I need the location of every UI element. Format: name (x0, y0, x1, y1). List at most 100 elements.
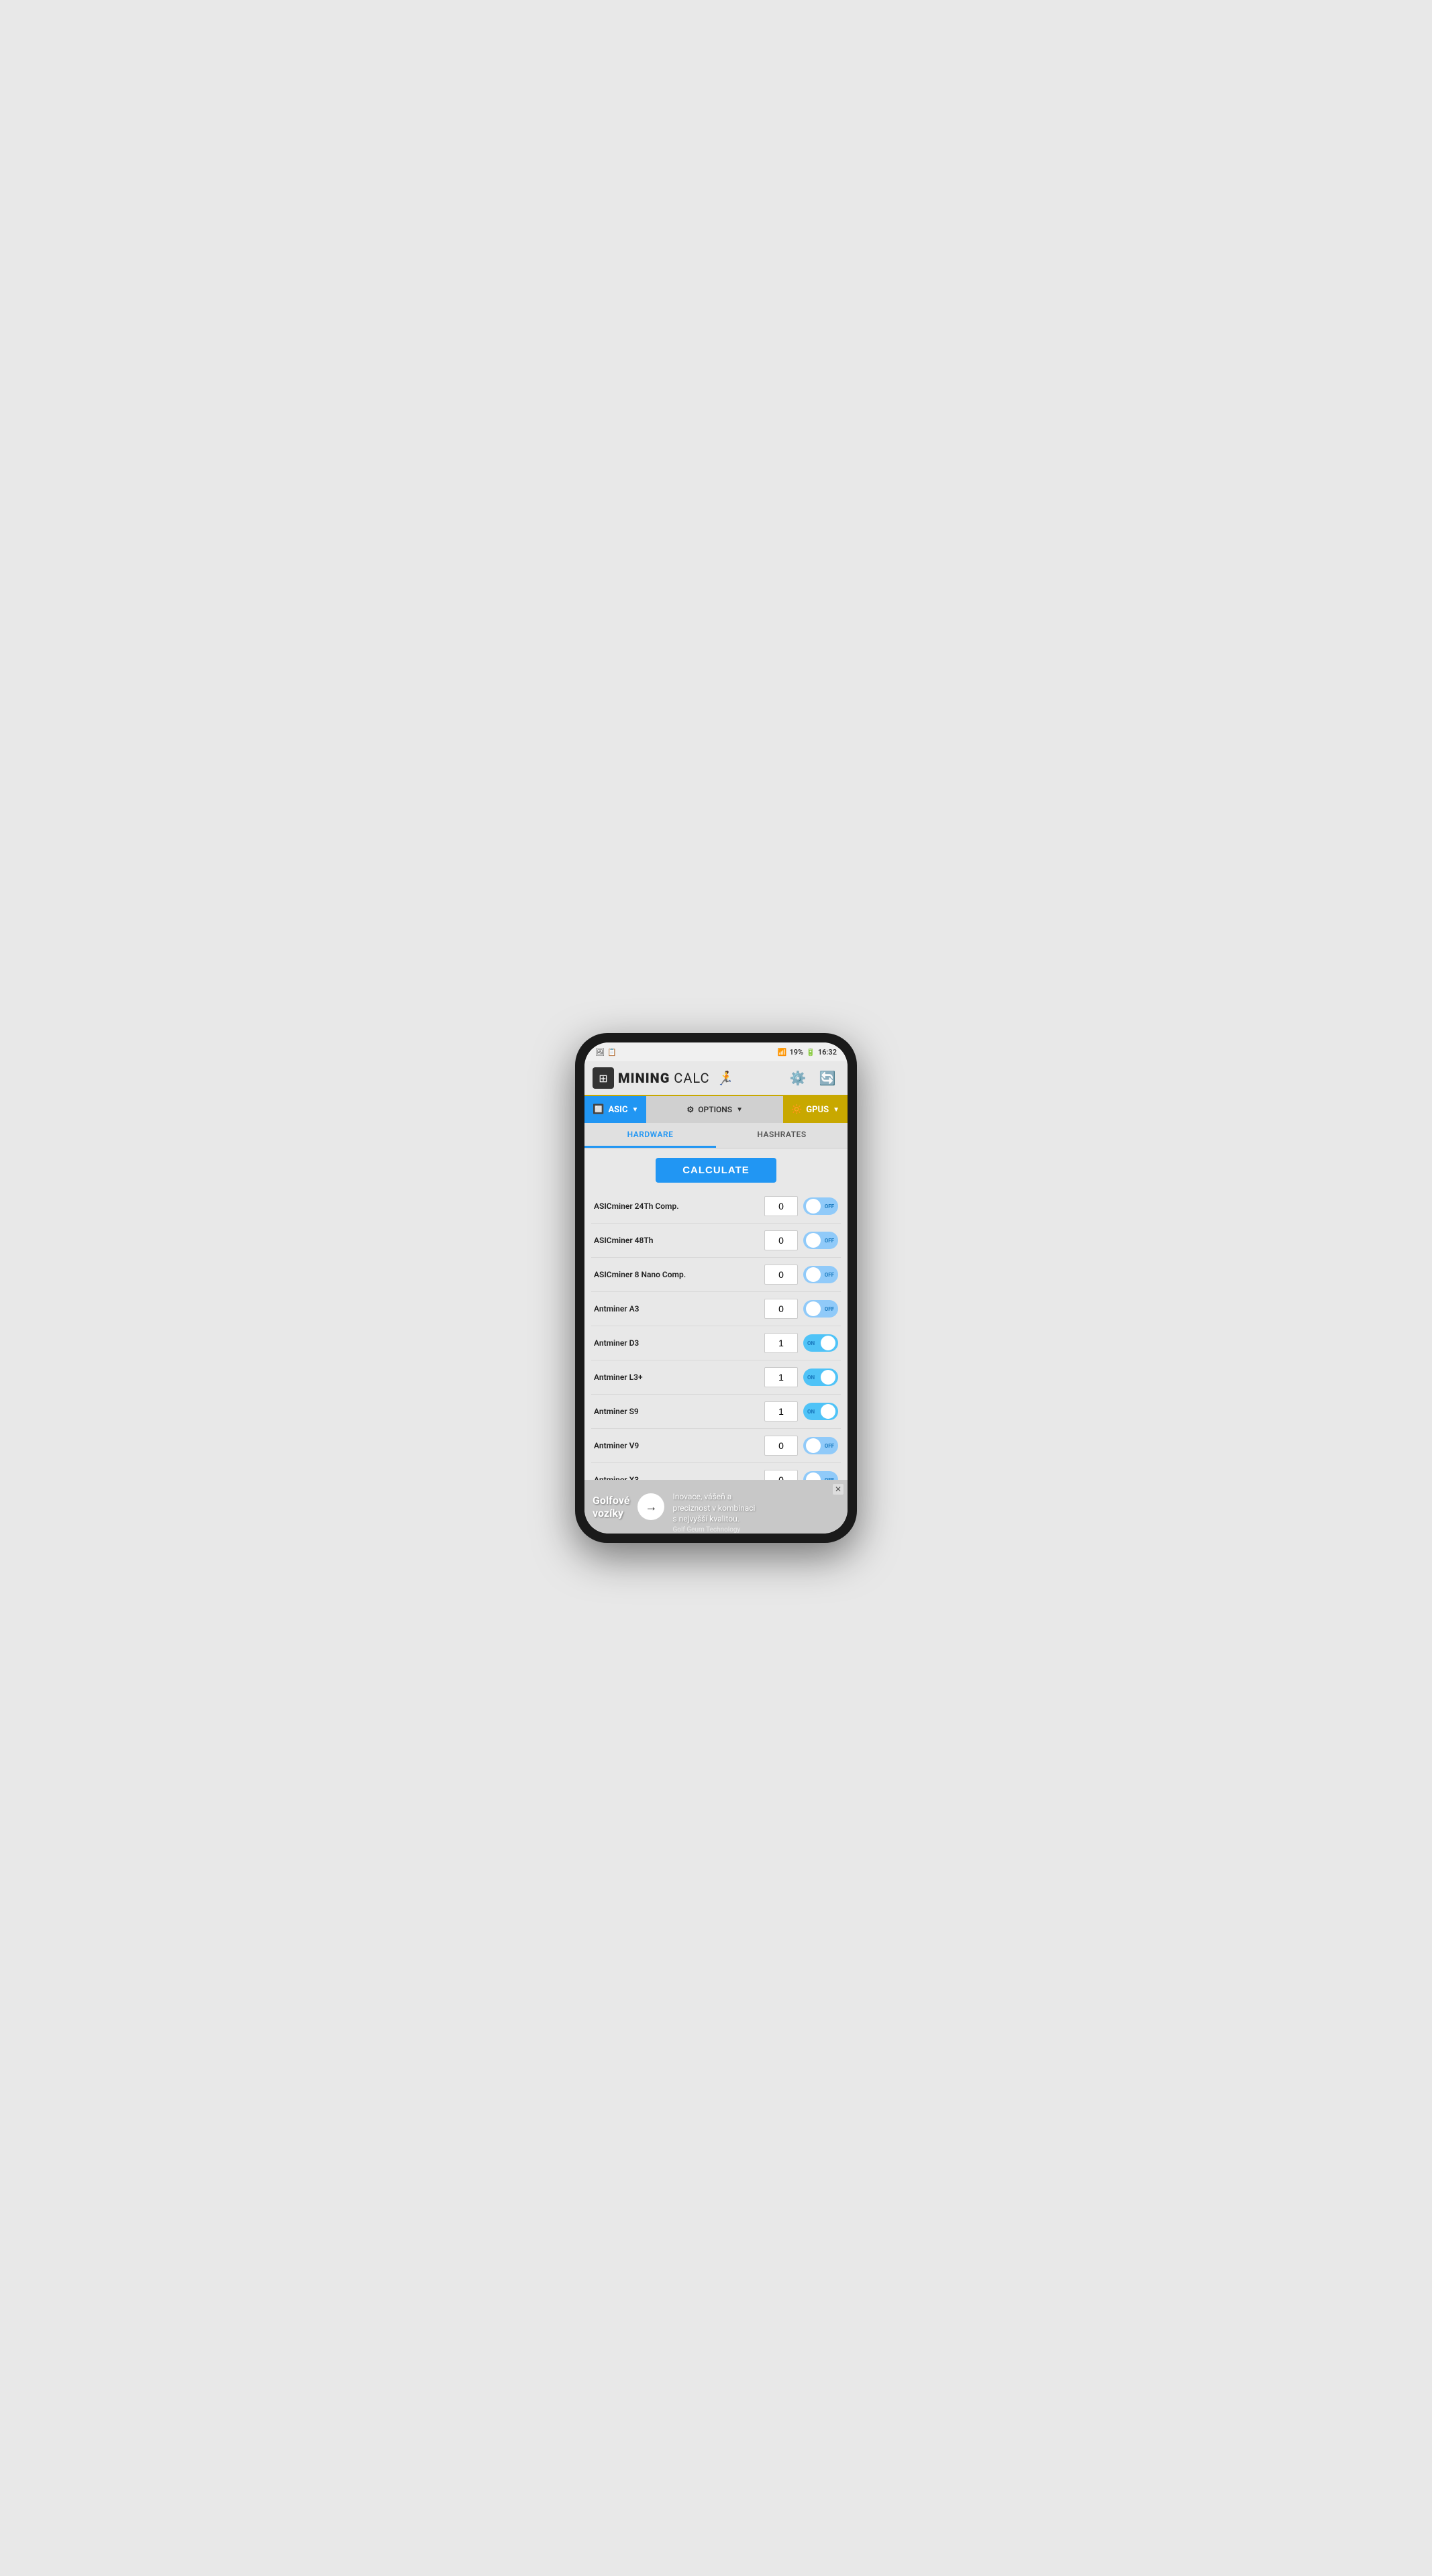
miner-qty-input[interactable] (764, 1436, 798, 1456)
miner-qty-input[interactable] (764, 1299, 798, 1319)
miner-name: Antminer S9 (594, 1407, 759, 1416)
miner-toggle[interactable]: OFF (803, 1471, 838, 1480)
miner-row: ASICminer 24Th Comp. OFF (591, 1189, 841, 1224)
ad-banner: Golfové vozíky → Inovace, vášeň a preciz… (584, 1480, 848, 1534)
toggle-label: OFF (825, 1306, 834, 1312)
status-icon-2: 📋 (607, 1048, 617, 1057)
miner-qty-input[interactable] (764, 1401, 798, 1421)
miner-toggle[interactable]: ON (803, 1403, 838, 1420)
refresh-button[interactable]: 🔄 (815, 1066, 839, 1090)
calculate-button-top[interactable]: CALCULATE (656, 1158, 776, 1183)
miner-name: Antminer D3 (594, 1338, 759, 1348)
miner-row: ASICminer 48Th OFF (591, 1224, 841, 1258)
miner-qty-input[interactable] (764, 1230, 798, 1250)
miner-row: Antminer D3 ON (591, 1326, 841, 1360)
tab-gpus-label: GPUS (806, 1105, 829, 1115)
app-header: ⊞ MINING CALC 🏃 ⚙️ 🔄 (584, 1061, 848, 1096)
miner-toggle[interactable]: OFF (803, 1232, 838, 1249)
ad-arrow-icon: → (645, 1500, 657, 1514)
miner-qty-input[interactable] (764, 1196, 798, 1216)
miner-name: Antminer L3+ (594, 1373, 759, 1382)
ad-main-text: Inovace, vášeň a preciznost v kombinaci … (672, 1480, 755, 1525)
ad-text-right-area: Inovace, vášeň a preciznost v kombinaci … (672, 1480, 755, 1534)
ad-right-text: Inovace, vášeň a preciznost v kombinaci … (672, 1492, 755, 1524)
tab-options[interactable]: ⚙ OPTIONS ▼ (646, 1096, 783, 1123)
toggle-knob (806, 1199, 821, 1214)
miner-name: Antminer V9 (594, 1441, 759, 1450)
ad-arrow-button[interactable]: → (637, 1493, 664, 1520)
toggle-knob (806, 1438, 821, 1453)
toggle-label: OFF (825, 1238, 834, 1244)
status-left: 🖼 📋 (595, 1048, 617, 1057)
wifi-icon: 📶 (778, 1048, 787, 1057)
toggle-label: OFF (825, 1443, 834, 1449)
sub-tab-hardware[interactable]: HARDWARE (584, 1123, 716, 1148)
refresh-icon: 🔄 (819, 1070, 836, 1087)
settings-button[interactable]: ⚙️ (786, 1066, 810, 1090)
toggle-knob (821, 1336, 835, 1350)
sub-header: HARDWARE HASHRATES (584, 1123, 848, 1148)
miner-toggle[interactable]: OFF (803, 1266, 838, 1283)
tab-gpus[interactable]: 🔆 GPUS ▼ (783, 1096, 848, 1123)
asic-dropdown-arrow: ▼ (631, 1106, 638, 1114)
tab-asic[interactable]: 🔲 ASIC ▼ (584, 1096, 646, 1123)
miner-qty-input[interactable] (764, 1333, 798, 1353)
gpus-icon: 🔆 (791, 1105, 802, 1115)
phone-screen: 🖼 📋 📶 19% 🔋 16:32 ⊞ MINING CALC 🏃 (584, 1042, 848, 1534)
toggle-knob (821, 1370, 835, 1385)
miner-row: Antminer V9 OFF (591, 1429, 841, 1463)
toggle-knob (806, 1267, 821, 1282)
miner-row: Antminer L3+ ON (591, 1360, 841, 1395)
ad-text-left: Golfové vozíky (593, 1494, 629, 1519)
miner-row: Antminer A3 OFF (591, 1292, 841, 1326)
miner-row: Antminer X3OFF (591, 1463, 841, 1480)
logo-text: MINING CALC 🏃 (618, 1070, 733, 1086)
logo-mining: MINING (618, 1070, 670, 1086)
miner-toggle[interactable]: OFF (803, 1437, 838, 1454)
toggle-label: ON (807, 1340, 815, 1346)
miner-toggle[interactable]: ON (803, 1368, 838, 1386)
status-right: 📶 19% 🔋 16:32 (778, 1048, 837, 1057)
status-icon-1: 🖼 (595, 1048, 605, 1057)
miner-toggle[interactable]: OFF (803, 1300, 838, 1318)
status-bar: 🖼 📋 📶 19% 🔋 16:32 (584, 1042, 848, 1061)
hashrates-label: HASHRATES (757, 1130, 806, 1139)
toggle-knob (806, 1233, 821, 1248)
toggle-label: OFF (825, 1272, 834, 1278)
top-calculate-wrap: CALCULATE (584, 1148, 848, 1189)
miner-toggle[interactable]: ON (803, 1334, 838, 1352)
toggle-knob (806, 1301, 821, 1316)
miner-name: Antminer A3 (594, 1304, 759, 1313)
toggle-knob (821, 1404, 835, 1419)
miner-toggle[interactable]: OFF (803, 1197, 838, 1215)
logo-runner-icon: 🏃 (717, 1070, 734, 1086)
miner-name: ASICminer 24Th Comp. (594, 1201, 759, 1211)
miner-name: ASICminer 8 Nano Comp. (594, 1270, 759, 1279)
header-actions: ⚙️ 🔄 (786, 1066, 839, 1090)
tab-options-label: OPTIONS (698, 1105, 732, 1114)
hardware-label: HARDWARE (627, 1130, 674, 1139)
phone-frame: 🖼 📋 📶 19% 🔋 16:32 ⊞ MINING CALC 🏃 (575, 1033, 857, 1543)
ad-close-button[interactable]: ✕ (833, 1484, 843, 1495)
miner-qty-input[interactable] (764, 1367, 798, 1387)
logo-area: ⊞ MINING CALC 🏃 (593, 1067, 733, 1089)
options-dropdown-arrow: ▼ (736, 1106, 743, 1114)
content-area[interactable]: CALCULATE ASICminer 24Th Comp.OFFASICmin… (584, 1148, 848, 1480)
miner-qty-input[interactable] (764, 1470, 798, 1480)
ad-brand-text: Golf Geum Technology (672, 1526, 755, 1534)
ad-close-icon: ✕ (835, 1485, 841, 1494)
miner-list: ASICminer 24Th Comp. OFF ASICminer 48Th OFF… (584, 1189, 848, 1480)
battery-text: 19% (789, 1048, 803, 1057)
settings-icon: ⚙️ (790, 1070, 807, 1087)
miner-qty-input[interactable] (764, 1265, 798, 1285)
toggle-label: ON (807, 1375, 815, 1381)
ad-left-label: Golfové vozíky (593, 1494, 629, 1519)
tab-bar: 🔲 ASIC ▼ ⚙ OPTIONS ▼ 🔆 GPUS ▼ (584, 1096, 848, 1123)
miner-row: ASICminer 8 Nano Comp. OFF (591, 1258, 841, 1292)
logo-calc: CALC (670, 1070, 709, 1086)
sub-tab-hashrates[interactable]: HASHRATES (716, 1123, 848, 1148)
toggle-label: ON (807, 1409, 815, 1415)
gpus-dropdown-arrow: ▼ (833, 1106, 839, 1114)
miner-name: ASICminer 48Th (594, 1236, 759, 1245)
options-sliders-icon: ⚙ (686, 1105, 694, 1114)
